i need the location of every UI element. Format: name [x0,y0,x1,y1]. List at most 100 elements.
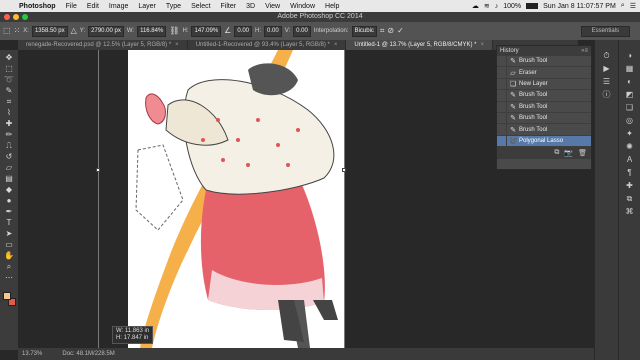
battery-icon[interactable] [526,3,539,9]
horizontal-skew-input[interactable]: 0.00 [264,25,282,37]
commit-transform-icon[interactable]: ✓ [397,27,404,35]
paths-panel-icon[interactable]: ✦ [623,128,637,139]
reference-point-icon[interactable]: ⁙ [14,27,21,35]
menu-filter[interactable]: Filter [216,3,242,10]
menu-window[interactable]: Window [285,3,320,10]
delete-state-icon[interactable]: 🗑 [578,149,587,157]
x-input[interactable]: 1358.50 px [31,25,68,37]
tool-presets-panel-icon[interactable]: ✚ [623,180,637,191]
swatches-panel-icon[interactable]: ▦ [623,63,637,74]
menu-help[interactable]: Help [320,3,344,10]
history-state[interactable]: ❏ New Layer [497,78,591,91]
menu-file[interactable]: File [61,3,82,10]
menu-3d[interactable]: 3D [241,3,260,10]
volume-icon[interactable]: ♪ [495,3,499,10]
menu-edit[interactable]: Edit [82,3,104,10]
notification-center-icon[interactable]: ☰ [630,2,636,10]
eraser-tool-icon[interactable]: ▱ [2,162,16,173]
history-brush-source-checkbox[interactable] [497,101,507,112]
new-document-from-state-icon[interactable]: ⧉ [554,149,559,157]
healing-brush-tool-icon[interactable]: ✚ [2,118,16,129]
menu-photoshop[interactable]: Photoshop [14,3,61,10]
actions-panel-icon[interactable]: ▶ [600,63,614,74]
history-panel-icon[interactable]: ⏱ [600,50,614,61]
minimize-window-button[interactable] [13,14,19,20]
close-tab-icon[interactable]: × [334,42,338,48]
angle-input[interactable]: 0.00 [234,25,253,37]
path-selection-tool-icon[interactable]: ➤ [2,228,16,239]
styles-panel-icon[interactable]: ◩ [623,89,637,100]
snapshot-icon[interactable]: 📷 [564,149,573,157]
close-tab-icon[interactable]: × [481,42,485,48]
timeline-panel-icon[interactable]: ⌘ [623,206,637,217]
interpolation-select[interactable]: Bicubic [351,25,377,37]
history-brush-source-checkbox[interactable] [497,56,507,67]
layers-panel-icon[interactable]: ❏ [623,102,637,113]
creative-cloud-icon[interactable]: ☁ [472,2,479,10]
adjustments-panel-icon[interactable]: ◐ [623,76,637,87]
move-tool-icon[interactable]: ✥ [2,52,16,63]
menu-select[interactable]: Select [186,3,215,10]
wifi-icon[interactable]: ≋ [484,2,490,10]
close-window-button[interactable] [4,14,10,20]
edit-toolbar-icon[interactable]: ⋯ [2,272,16,283]
workspace-switcher[interactable]: Essentials [580,25,630,37]
history-state[interactable]: ▱ Eraser [497,67,591,79]
info-panel-icon[interactable]: ⓘ [600,89,614,100]
history-brush-tool-icon[interactable]: ↺ [2,151,16,162]
zoom-tool-icon[interactable]: ⌕ [2,261,16,272]
menu-image[interactable]: Image [104,3,133,10]
link-icon[interactable]: ⛓ [169,27,179,35]
history-brush-source-checkbox[interactable] [497,67,507,78]
history-brush-source-checkbox[interactable] [497,124,507,135]
history-brush-source-checkbox[interactable] [497,112,507,124]
cancel-transform-icon[interactable]: ⊘ [387,27,394,35]
lasso-tool-icon[interactable]: ➰ [2,74,16,85]
gradient-tool-icon[interactable]: ▤ [2,173,16,184]
zoom-level[interactable]: 13.73% [22,351,42,357]
color-panel-icon[interactable]: ◑ [623,50,637,61]
history-state[interactable]: ✎ Brush Tool [497,90,591,102]
history-state[interactable]: ✎ Brush Tool [497,124,591,136]
character-panel-icon[interactable]: A [623,154,637,165]
shape-tool-icon[interactable]: ▭ [2,239,16,250]
eyedropper-tool-icon[interactable]: ⌇ [2,107,16,118]
clock[interactable]: Sun Jan 8 11:07:57 PM [543,3,616,10]
document-canvas[interactable] [128,50,344,348]
color-swatches[interactable] [2,291,16,307]
history-state[interactable]: ➰ Polygonal Lasso [497,135,591,148]
tab-untitled-1[interactable]: Untitled-1 @ 13.7% (Layer 5, RGB/8/CMYK)… [346,40,494,50]
history-state[interactable]: ✎ Brush Tool [497,101,591,113]
tab-untitled-recovered[interactable]: Untitled-1-Recovered @ 93.4% (Layer 5, R… [188,40,347,50]
transform-tool-icon[interactable]: ⬚ [3,27,11,35]
tab-renegade[interactable]: renegade-Recovered.psd @ 12.5% (Layer 5,… [18,40,188,50]
spotlight-icon[interactable]: ⌕ [621,2,625,10]
transform-handle-left[interactable] [96,168,100,172]
marquee-tool-icon[interactable]: ⬚ [2,63,16,74]
history-brush-source-checkbox[interactable] [497,90,507,101]
document-size[interactable]: Doc: 48.1M/228.5M [62,351,114,357]
transform-handle-right[interactable] [342,168,346,172]
delta-icon[interactable]: △ [71,27,77,35]
history-brush-source-checkbox[interactable] [497,78,507,90]
type-tool-icon[interactable]: T [2,217,16,228]
y-input[interactable]: 2790.00 px [88,25,124,37]
history-brush-source-checkbox[interactable] [497,135,507,147]
blur-tool-icon[interactable]: ◆ [2,184,16,195]
menu-view[interactable]: View [260,3,285,10]
height-input[interactable]: 147.09% [191,25,222,37]
quick-select-tool-icon[interactable]: ✎ [2,85,16,96]
clone-source-panel-icon[interactable]: ⧉ [623,193,637,204]
brushes-panel-icon[interactable]: ✺ [623,141,637,152]
channels-panel-icon[interactable]: ◎ [623,115,637,126]
pen-tool-icon[interactable]: ✒ [2,206,16,217]
paragraph-panel-icon[interactable]: ¶ [623,167,637,178]
hand-tool-icon[interactable]: ✋ [2,250,16,261]
width-input[interactable]: 116.84% [137,25,167,37]
vertical-skew-input[interactable]: 0.00 [293,25,311,37]
menu-layer[interactable]: Layer [133,3,161,10]
properties-panel-icon[interactable]: ☰ [600,76,614,87]
panel-menu-icon[interactable]: »≡ [581,46,588,56]
close-tab-icon[interactable]: × [175,42,179,48]
zoom-window-button[interactable] [22,14,28,20]
